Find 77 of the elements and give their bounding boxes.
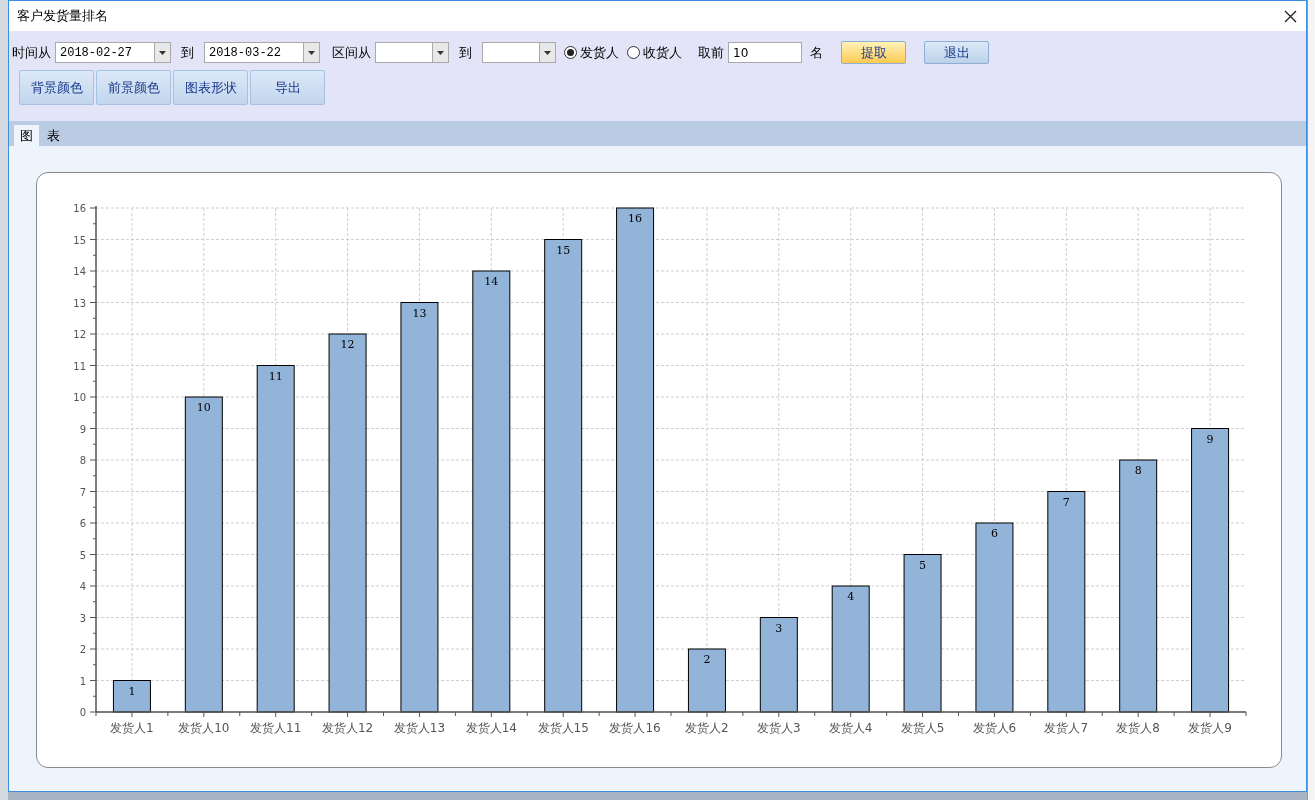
x-tick-label: 发货人7: [1044, 721, 1089, 735]
bar-value-label: 10: [196, 401, 211, 414]
y-tick-label: 15: [73, 234, 86, 246]
y-tick-label: 14: [73, 266, 86, 277]
x-tick-label: 发货人14: [465, 721, 517, 735]
y-tick-label: 16: [73, 203, 86, 214]
x-tick-label: 发货人15: [537, 721, 589, 735]
bar: [112, 680, 151, 713]
x-tick-label: 发货人6: [972, 721, 1017, 735]
y-tick-label: 7: [79, 486, 86, 498]
y-tick-label: 0: [79, 707, 86, 718]
x-tick-label: 发货人12: [321, 721, 374, 735]
bar-value-label: 5: [919, 558, 927, 572]
date-dropdown[interactable]: 2018-02-27: [55, 42, 171, 63]
top-suffix-label: 名: [810, 43, 823, 62]
bar-value-label: 16: [628, 212, 643, 225]
dropdown-caret-icon: [303, 43, 319, 62]
bar: [687, 648, 726, 713]
y-tick-label: 4: [79, 581, 86, 592]
to-label: 到: [459, 43, 472, 62]
x-tick-label: 发货人9: [1188, 721, 1232, 735]
bar-value-label: 4: [847, 590, 855, 603]
y-tick-label: 5: [79, 549, 86, 561]
x-tick-label: 发货人4: [828, 721, 873, 735]
x-tick-label: 发货人16: [609, 721, 661, 735]
top-label: 取前: [698, 43, 724, 62]
radio-option[interactable]: 发货人: [564, 42, 619, 63]
toolbar-button[interactable]: 背景颜色: [19, 70, 94, 105]
toolbar-button[interactable]: 前景颜色: [96, 70, 171, 105]
y-tick-label: 1: [79, 675, 86, 687]
top-count-field[interactable]: 10: [728, 42, 802, 63]
toolbar-button[interactable]: 图表形状: [173, 70, 248, 105]
y-tick-label: 12: [73, 329, 86, 340]
bar-value-label: 2: [703, 653, 711, 666]
y-tick-label: 9: [79, 423, 86, 435]
radio-option[interactable]: 收货人: [627, 42, 682, 63]
range-from-label: 区间从: [332, 43, 371, 62]
x-tick-label: 发货人3: [757, 721, 801, 735]
tab[interactable]: 表: [41, 125, 66, 146]
bar-value-label: 11: [268, 369, 283, 383]
action-button[interactable]: 退出: [924, 41, 989, 64]
x-tick-label: 发货人13: [393, 721, 446, 735]
bar-value-label: 12: [340, 338, 355, 351]
bar-value-label: 8: [1134, 464, 1142, 477]
date-dropdown[interactable]: 2018-03-22: [204, 42, 320, 63]
y-tick-label: 13: [73, 297, 86, 309]
y-tick-label: 6: [79, 518, 86, 529]
bar-value-label: 7: [1062, 495, 1070, 509]
dropdown-caret-icon: [432, 43, 448, 62]
x-tick-label: 发货人8: [1116, 721, 1160, 735]
bar-value-label: 13: [412, 306, 427, 320]
dropdown-caret-icon: [539, 43, 555, 62]
bar-value-label: 14: [484, 275, 499, 288]
toolbar-button[interactable]: 导出: [250, 70, 325, 105]
x-tick-label: 发货人11: [250, 721, 302, 735]
window-title: 客户发货量排名: [17, 7, 108, 26]
radio-button[interactable]: [564, 46, 577, 59]
dropdown-caret-icon: [154, 43, 170, 62]
to-label: 到: [181, 43, 194, 62]
y-tick-label: 3: [79, 612, 86, 624]
bar-value-label: 15: [556, 243, 571, 257]
y-tick-label: 10: [73, 392, 86, 403]
y-tick-label: 11: [73, 360, 86, 372]
y-tick-label: 8: [79, 455, 86, 466]
radio-button[interactable]: [627, 46, 640, 59]
bar-value-label: 3: [775, 621, 783, 635]
bar-value-label: 9: [1206, 432, 1214, 446]
x-tick-label: 发货人10: [178, 721, 230, 735]
x-tick-label: 发货人1: [110, 721, 154, 735]
x-tick-label: 发货人2: [685, 721, 729, 735]
x-tick-label: 发货人5: [900, 721, 945, 735]
time-from-label: 时间从: [12, 43, 51, 62]
y-tick-label: 2: [79, 644, 86, 655]
tab[interactable]: 图: [14, 125, 39, 146]
bar-value-label: 1: [128, 684, 136, 698]
bar-value-label: 6: [990, 527, 998, 540]
action-button[interactable]: 提取: [841, 41, 906, 64]
